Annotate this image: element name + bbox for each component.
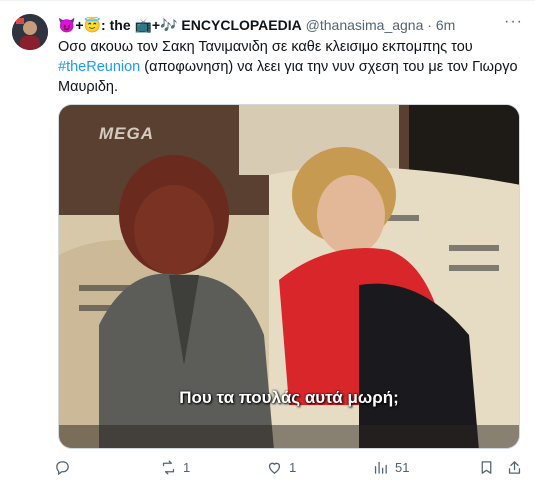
user-handle[interactable]: @thanasima_agna bbox=[306, 17, 424, 33]
display-name[interactable]: 😈+😇: the 📺+🎶 ENCYCLOPAEDIA bbox=[58, 17, 302, 33]
bookmark-button[interactable] bbox=[478, 457, 495, 477]
avatar[interactable] bbox=[12, 14, 48, 50]
bookmark-icon bbox=[481, 460, 492, 474]
views-button[interactable]: 51 bbox=[372, 457, 409, 477]
action-bar: 1 1 51 bbox=[54, 457, 524, 481]
retweet-icon bbox=[162, 459, 175, 475]
hashtag-link[interactable]: #theReunion bbox=[58, 59, 140, 75]
share-button[interactable] bbox=[506, 457, 523, 477]
reply-button[interactable] bbox=[54, 457, 77, 477]
channel-logo: MEGA bbox=[99, 124, 154, 143]
views-count: 51 bbox=[395, 459, 410, 475]
like-count: 1 bbox=[289, 459, 297, 475]
retweet-count: 1 bbox=[183, 459, 191, 475]
share-icon bbox=[508, 460, 521, 474]
video-subtitle: Που τα πουλάς αυτά μωρή; bbox=[179, 388, 399, 407]
tweet-media[interactable]: MEGA Που τα πουλάς αυτά μωρή; bbox=[58, 104, 520, 449]
tweet-text: Οσο ακουω τον Σακη Τανιμανιδη σε καθε κλ… bbox=[58, 37, 520, 97]
tweet-header: 😈+😇: the 📺+🎶 ENCYCLOPAEDIA @thanasima_ag… bbox=[58, 15, 523, 35]
separator-dot: · bbox=[427, 17, 432, 33]
views-chart-icon bbox=[374, 461, 387, 474]
like-button[interactable]: 1 bbox=[266, 457, 296, 477]
tweet[interactable]: 😈+😇: the 📺+🎶 ENCYCLOPAEDIA @thanasima_ag… bbox=[0, 0, 535, 484]
tweet-text-before: Οσο ακουω τον Σακη Τανιμανιδη σε καθε κλ… bbox=[58, 39, 473, 55]
ellipsis-icon[interactable]: ··· bbox=[504, 13, 523, 31]
retweet-button[interactable]: 1 bbox=[160, 457, 190, 477]
reply-icon bbox=[56, 460, 69, 475]
timestamp[interactable]: 6m bbox=[436, 17, 455, 33]
heart-icon bbox=[268, 462, 281, 474]
